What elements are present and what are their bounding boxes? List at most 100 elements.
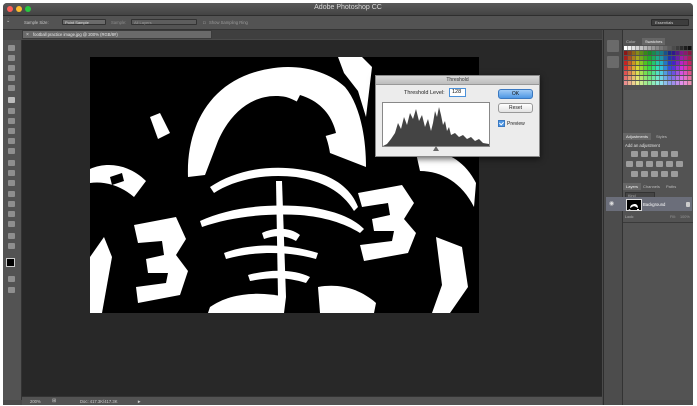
export-icon[interactable]: ⊞ [52, 398, 56, 404]
color-swatch[interactable] [640, 76, 644, 80]
invert-icon[interactable] [631, 171, 638, 177]
selective-color-icon[interactable] [671, 171, 678, 177]
color-swatch[interactable] [668, 56, 672, 60]
hue-saturation-icon[interactable] [626, 161, 633, 167]
color-swatch[interactable] [644, 46, 648, 50]
channel-mixer-icon[interactable] [666, 161, 673, 167]
color-swatch[interactable] [640, 51, 644, 55]
color-swatch[interactable] [672, 51, 676, 55]
quick-select-tool-icon[interactable] [8, 75, 15, 81]
color-swatch[interactable] [640, 61, 644, 65]
color-swatch[interactable] [672, 66, 676, 70]
color-swatch[interactable] [664, 76, 668, 80]
color-swatch[interactable] [688, 51, 692, 55]
color-lookup-icon[interactable] [676, 161, 683, 167]
color-swatch[interactable] [652, 61, 656, 65]
swatches-grid[interactable] [624, 46, 692, 86]
show-ring-checkbox[interactable]: □ [203, 20, 206, 25]
color-swatch[interactable] [680, 71, 684, 75]
color-swatch[interactable] [648, 61, 652, 65]
fill-value[interactable]: 100% [680, 215, 690, 219]
foreground-color-swatch[interactable] [6, 258, 15, 267]
color-swatch[interactable] [680, 61, 684, 65]
color-swatch[interactable] [664, 46, 668, 50]
color-swatch[interactable] [684, 46, 688, 50]
screen-mode-icon[interactable] [8, 287, 15, 293]
color-swatch[interactable] [636, 46, 640, 50]
pen-tool-icon[interactable] [8, 191, 15, 197]
color-swatch[interactable] [644, 81, 648, 85]
vibrance-icon[interactable] [671, 151, 678, 157]
color-swatch[interactable] [644, 76, 648, 80]
color-swatch[interactable] [684, 71, 688, 75]
color-swatch[interactable] [628, 81, 632, 85]
preview-checkbox[interactable]: Preview [498, 120, 525, 127]
color-swatch[interactable] [632, 46, 636, 50]
threshold-icon[interactable] [651, 171, 658, 177]
color-swatch[interactable] [624, 76, 628, 80]
color-swatch[interactable] [644, 51, 648, 55]
color-swatch[interactable] [672, 81, 676, 85]
rectangle-tool-icon[interactable] [8, 221, 15, 227]
color-swatch[interactable] [640, 66, 644, 70]
color-swatch[interactable] [680, 51, 684, 55]
color-swatch[interactable] [640, 71, 644, 75]
color-swatch[interactable] [684, 81, 688, 85]
color-swatch[interactable] [624, 66, 628, 70]
color-swatch[interactable] [688, 61, 692, 65]
color-swatch[interactable] [664, 71, 668, 75]
color-swatch[interactable] [656, 51, 660, 55]
color-swatch[interactable] [632, 51, 636, 55]
color-swatch[interactable] [632, 71, 636, 75]
color-swatch[interactable] [656, 71, 660, 75]
color-swatch[interactable] [688, 66, 692, 70]
color-swatch[interactable] [668, 81, 672, 85]
color-swatch[interactable] [660, 51, 664, 55]
color-swatch[interactable] [640, 56, 644, 60]
color-swatch[interactable] [664, 51, 668, 55]
lasso-tool-icon[interactable] [8, 65, 15, 71]
color-swatch[interactable] [660, 71, 664, 75]
color-swatch[interactable] [676, 46, 680, 50]
color-swatch[interactable] [636, 76, 640, 80]
color-swatch[interactable] [644, 56, 648, 60]
color-swatch[interactable] [684, 76, 688, 80]
document-tab[interactable]: × football practice image.jpg @ 200% (RG… [22, 30, 212, 39]
color-swatch[interactable] [648, 46, 652, 50]
sample-size-select[interactable]: Point Sample [62, 19, 106, 25]
color-swatch[interactable] [668, 46, 672, 50]
brightness-contrast-icon[interactable] [631, 151, 638, 157]
tab-paths[interactable]: Paths [663, 183, 679, 190]
color-swatch[interactable] [680, 66, 684, 70]
color-swatch[interactable] [660, 61, 664, 65]
color-swatch[interactable] [688, 71, 692, 75]
color-swatch[interactable] [624, 56, 628, 60]
tab-channels[interactable]: Channels [640, 183, 663, 190]
color-swatch[interactable] [636, 81, 640, 85]
color-swatch[interactable] [652, 76, 656, 80]
history-panel-icon[interactable] [607, 40, 619, 52]
color-swatch[interactable] [676, 76, 680, 80]
color-swatch[interactable] [652, 81, 656, 85]
color-swatch[interactable] [680, 81, 684, 85]
tab-swatches[interactable]: Swatches [642, 38, 666, 45]
color-swatch[interactable] [680, 76, 684, 80]
photo-filter-icon[interactable] [656, 161, 663, 167]
color-balance-icon[interactable] [636, 161, 643, 167]
posterize-icon[interactable] [641, 171, 648, 177]
color-swatch[interactable] [628, 76, 632, 80]
color-swatch[interactable] [668, 76, 672, 80]
color-swatch[interactable] [684, 51, 688, 55]
preview-checkbox-box[interactable] [498, 120, 505, 127]
color-swatch[interactable] [680, 56, 684, 60]
clone-stamp-tool-icon[interactable] [8, 128, 15, 134]
quick-mask-icon[interactable] [8, 276, 15, 282]
dodge-tool-icon[interactable] [8, 180, 15, 186]
color-swatch[interactable] [644, 71, 648, 75]
color-swatch[interactable] [628, 56, 632, 60]
color-swatch[interactable] [676, 66, 680, 70]
color-swatch[interactable] [656, 66, 660, 70]
eyedropper-tool-icon[interactable]: 💧︎ [7, 18, 9, 25]
color-swatch[interactable] [624, 61, 628, 65]
color-swatch[interactable] [668, 51, 672, 55]
